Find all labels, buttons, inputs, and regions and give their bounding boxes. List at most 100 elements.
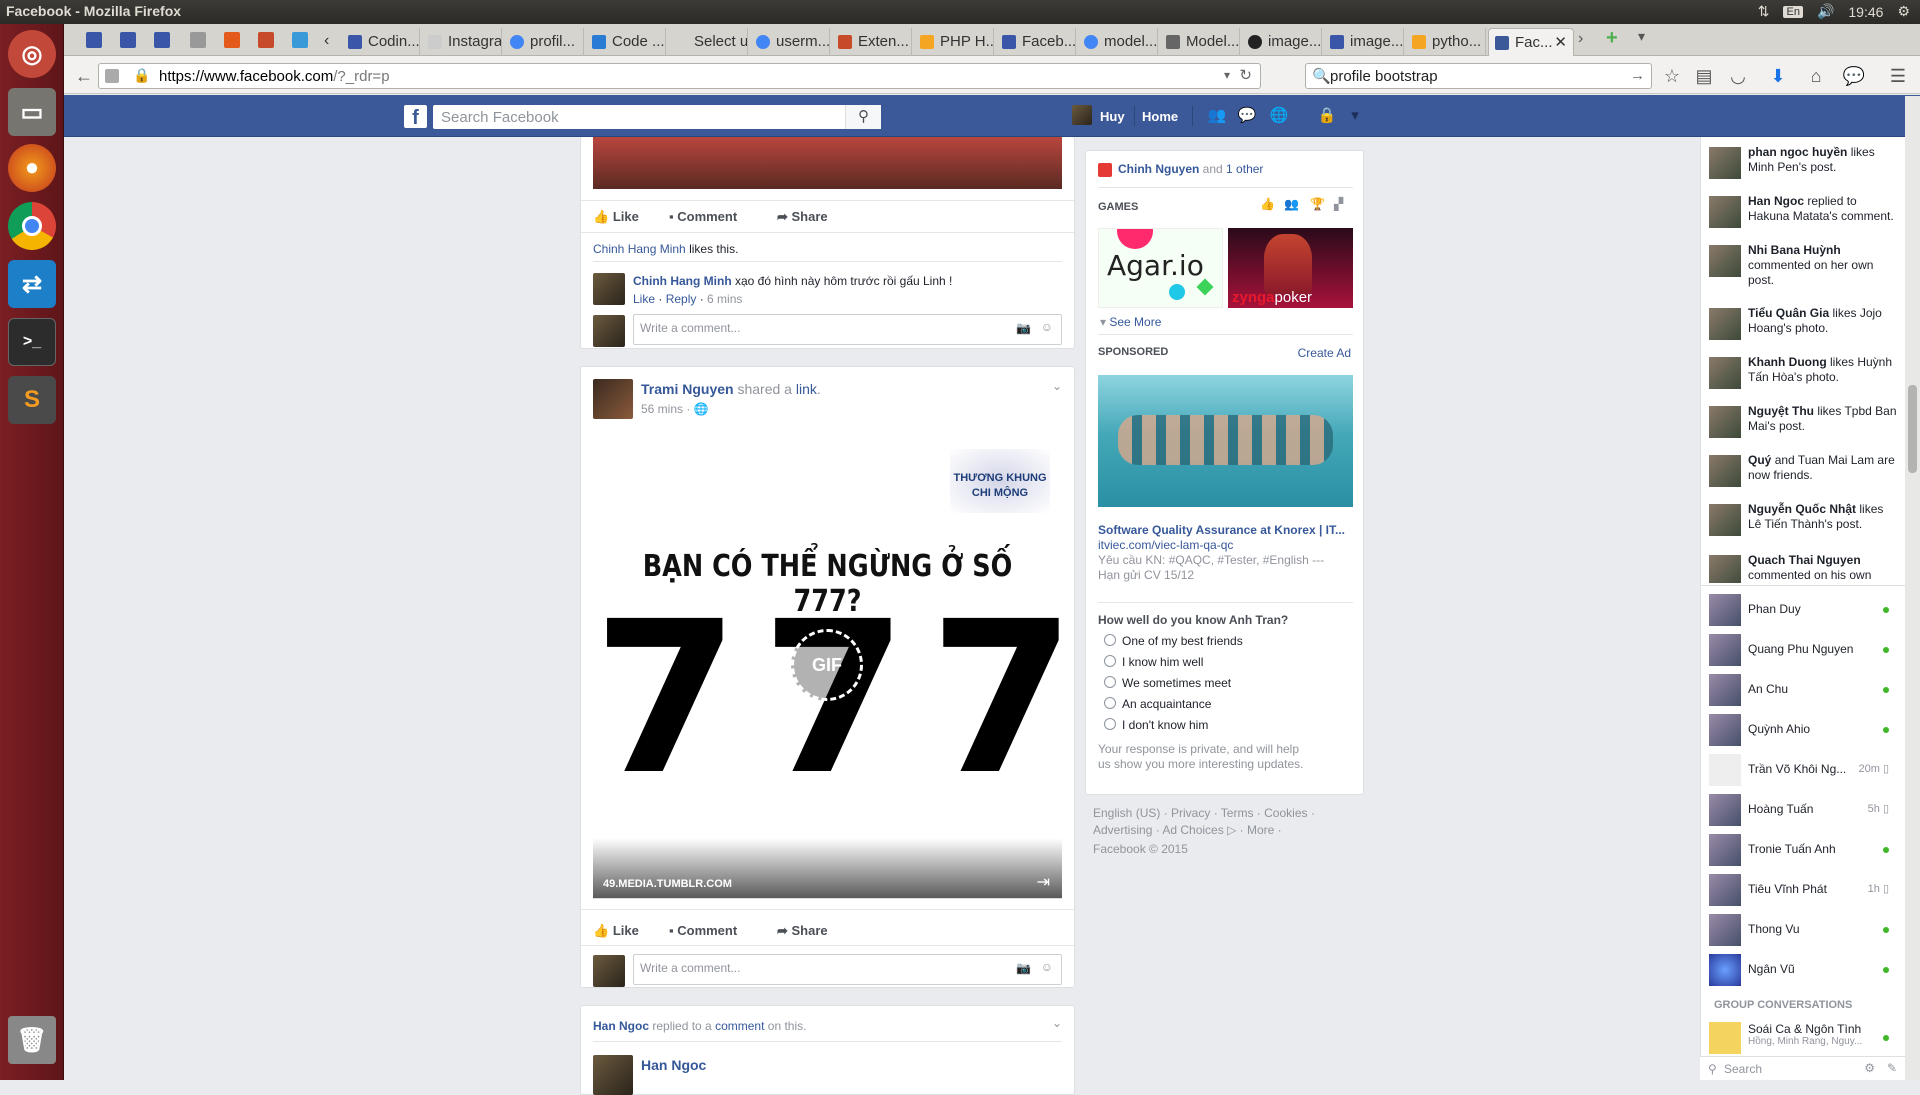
write-comment-input[interactable]: Write a comment... 📷 ☺ bbox=[633, 954, 1062, 985]
trash-icon[interactable]: 🗑 bbox=[8, 1016, 56, 1064]
footer-links[interactable]: English (US) · Privacy · Terms · Cookies… bbox=[1093, 805, 1315, 822]
browser-tab[interactable]: Codin... bbox=[342, 28, 420, 56]
clock[interactable]: 19:46 bbox=[1848, 4, 1883, 20]
author-link[interactable]: Trami Nguyen bbox=[641, 381, 734, 397]
sublime-text-icon[interactable]: S bbox=[8, 376, 56, 424]
gif-preview[interactable]: THƯƠNG KHUNG CHI MỘNG BẠN CÓ THỂ NGỪNG Ở … bbox=[593, 429, 1075, 899]
open-link-icon[interactable]: ⇥ bbox=[1037, 872, 1050, 892]
back-icon[interactable]: ← bbox=[72, 64, 96, 88]
post-options-chevron-down-icon[interactable]: ⌄ bbox=[1052, 1016, 1062, 1030]
pinned-tab-icon[interactable] bbox=[224, 32, 240, 48]
reading-list-icon[interactable]: ▤ bbox=[1692, 64, 1716, 88]
file-manager-icon[interactable]: ▭ bbox=[8, 88, 56, 136]
messages-icon[interactable]: 💬 bbox=[1236, 106, 1258, 126]
game-tile-zynga-poker[interactable]: zyngapoker bbox=[1228, 228, 1353, 308]
chat-contact[interactable]: Ngân Vũ bbox=[1709, 952, 1903, 988]
poll-option-label[interactable]: We sometimes meet bbox=[1122, 676, 1231, 690]
reload-icon[interactable]: ↻ bbox=[1239, 66, 1252, 84]
chat-contact[interactable]: Tiêu Vĩnh Phát 1h ▯ bbox=[1709, 872, 1903, 908]
browser-tab[interactable]: model... bbox=[1078, 28, 1158, 56]
page-info-icon[interactable] bbox=[105, 69, 119, 83]
emoji-icon[interactable]: ☺ bbox=[1041, 960, 1053, 974]
chat-contact[interactable]: Quỳnh Ahio bbox=[1709, 712, 1903, 748]
author-avatar[interactable] bbox=[593, 379, 633, 419]
ad-url[interactable]: itviec.com/viec-lam-qa-qc bbox=[1098, 538, 1233, 552]
ubuntu-dash-icon[interactable]: ◎ bbox=[8, 30, 56, 78]
poll-option-label[interactable]: One of my best friends bbox=[1122, 634, 1243, 648]
poll-radio[interactable] bbox=[1104, 655, 1116, 667]
share-button[interactable]: ➦ Share bbox=[777, 209, 828, 225]
footer-links[interactable]: Advertising · Ad Choices ▷ · More · bbox=[1093, 822, 1315, 839]
tab-scroll-right-icon[interactable]: › bbox=[1578, 30, 1583, 48]
url-dropdown-icon[interactable]: ▾ bbox=[1224, 68, 1230, 82]
keyboard-language[interactable]: En bbox=[1783, 5, 1803, 18]
url-bar[interactable]: 🔒 https://www.facebook.com/?_rdr=p ▾ ↻ bbox=[98, 63, 1261, 89]
poll-option-label[interactable]: I know him well bbox=[1122, 655, 1203, 669]
pinned-tab-icon[interactable] bbox=[258, 32, 274, 48]
notifications-globe-icon[interactable]: 🌐 bbox=[1268, 106, 1290, 126]
chat-contact[interactable]: An Chu bbox=[1709, 672, 1903, 708]
games-trophy-icon[interactable]: 🏆 bbox=[1310, 197, 1325, 211]
ticker-story[interactable]: Quach Thai Nguyen commented on his own bbox=[1709, 553, 1897, 583]
page-scrollbar[interactable] bbox=[1905, 96, 1920, 1080]
chat-search-bar[interactable]: ⚲ Search ⚙ ✎ bbox=[1700, 1056, 1905, 1080]
browser-tab[interactable]: pytho... bbox=[1406, 28, 1486, 56]
tab-scroll-left-icon[interactable]: ‹ bbox=[324, 32, 340, 49]
pinned-tab-icon[interactable] bbox=[292, 32, 308, 48]
pocket-icon[interactable]: ◡ bbox=[1726, 64, 1750, 88]
camera-icon[interactable]: 📷 bbox=[1016, 321, 1031, 335]
browser-tab[interactable]: Code ... bbox=[586, 28, 666, 56]
games-like-icon[interactable]: 👍 bbox=[1260, 197, 1275, 211]
menu-icon[interactable]: ☰ bbox=[1886, 64, 1910, 88]
poll-option-label[interactable]: I don't know him bbox=[1122, 718, 1208, 732]
facebook-search-icon[interactable]: ⚲ bbox=[845, 105, 881, 129]
browser-tab[interactable]: Exten... bbox=[832, 28, 912, 56]
comment-link[interactable]: comment bbox=[715, 1019, 764, 1033]
new-message-icon[interactable]: ✎ bbox=[1887, 1061, 1897, 1075]
shared-link[interactable]: link bbox=[796, 381, 817, 397]
browser-tab[interactable]: Select us... bbox=[668, 28, 748, 56]
poll-radio[interactable] bbox=[1104, 676, 1116, 688]
chat-contact[interactable]: Phan Duy bbox=[1709, 592, 1903, 628]
commenter-avatar[interactable] bbox=[593, 273, 625, 305]
browser-tab-active[interactable]: Fac... ✕ bbox=[1488, 28, 1574, 56]
bookmark-star-icon[interactable]: ☆ bbox=[1660, 64, 1684, 88]
chat-contact[interactable]: Tronie Tuấn Anh bbox=[1709, 832, 1903, 868]
user-avatar[interactable] bbox=[1072, 105, 1092, 125]
account-menu-chevron-down-icon[interactable]: ▾ bbox=[1344, 106, 1366, 126]
chrome-icon[interactable] bbox=[8, 202, 56, 250]
post-time[interactable]: 56 mins · 🌐 bbox=[641, 402, 709, 416]
share-button[interactable]: ➦ Share bbox=[777, 923, 828, 939]
comment-button[interactable]: ▪ Comment bbox=[669, 209, 737, 224]
facebook-search-input[interactable]: Search Facebook bbox=[433, 105, 881, 129]
camera-icon[interactable]: 📷 bbox=[1016, 961, 1031, 975]
browser-tab[interactable]: PHP H... bbox=[914, 28, 994, 56]
tab-list-icon[interactable]: ▾ bbox=[1638, 28, 1645, 45]
browser-tab[interactable]: Instagra... bbox=[422, 28, 502, 56]
like-button[interactable]: 👍 Like bbox=[593, 923, 639, 939]
browser-tab[interactable]: profil... bbox=[504, 28, 584, 56]
like-button[interactable]: 👍 Like bbox=[593, 209, 639, 225]
pinned-tab-icon[interactable] bbox=[120, 32, 136, 48]
game-tile-agario[interactable]: Agar.io bbox=[1098, 228, 1223, 308]
post-photo[interactable] bbox=[593, 137, 1062, 189]
emoji-icon[interactable]: ☺ bbox=[1041, 320, 1053, 334]
chat-icon[interactable]: 💬 bbox=[1842, 64, 1866, 88]
gif-play-badge[interactable]: GIF bbox=[791, 629, 863, 701]
privacy-shortcuts-icon[interactable]: 🔒 bbox=[1316, 106, 1338, 126]
liker-link[interactable]: Chinh Hang Minh bbox=[593, 242, 686, 256]
home-icon[interactable]: ⌂ bbox=[1804, 64, 1828, 88]
header-home-link[interactable]: Home bbox=[1142, 109, 1178, 124]
poll-option-label[interactable]: An acquaintance bbox=[1122, 697, 1211, 711]
chat-contact[interactable]: Trần Võ Khôi Ng... 20m ▯ bbox=[1709, 752, 1903, 788]
browser-tab[interactable]: userm... bbox=[750, 28, 830, 56]
header-user-name[interactable]: Huy bbox=[1100, 109, 1125, 124]
network-icon[interactable]: ⇅ bbox=[1758, 3, 1770, 20]
new-tab-icon[interactable]: + bbox=[1606, 27, 1618, 50]
downloads-icon[interactable]: ⬇ bbox=[1766, 64, 1790, 88]
settings-gear-icon[interactable]: ⚙ bbox=[1897, 3, 1910, 20]
group-conversation[interactable]: Soái Ca & Ngôn Tình Hồng, Minh Rang, Nguy… bbox=[1709, 1020, 1903, 1056]
games-chart-icon[interactable]: ▞ bbox=[1334, 197, 1343, 211]
volume-icon[interactable]: 🔊 bbox=[1817, 3, 1834, 20]
ad-title[interactable]: Software Quality Assurance at Knorex | I… bbox=[1098, 523, 1353, 537]
